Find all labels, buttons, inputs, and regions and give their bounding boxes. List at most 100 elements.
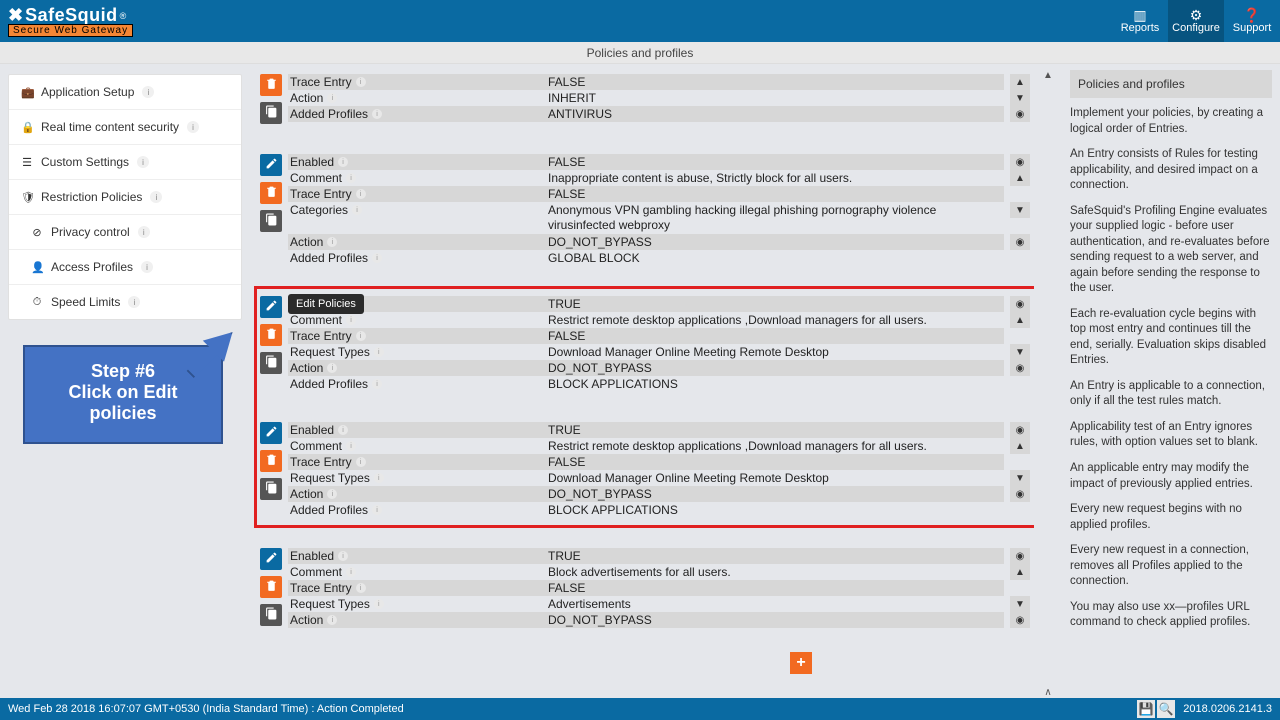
help-paragraph: An Entry is applicable to a connection, …	[1070, 379, 1272, 410]
sidebar-item-access-profiles[interactable]: 👤 Access Profiles i	[9, 250, 241, 285]
delete-entry-button[interactable]	[260, 450, 282, 472]
move-up-button[interactable]: ▲	[1010, 170, 1030, 186]
help-title: Policies and profiles	[1070, 70, 1272, 98]
row-label: Categories	[290, 203, 348, 217]
target-button[interactable]: ◉	[1010, 486, 1030, 502]
header-actions: ▥ Reports ⚙ Configure ❓ Support	[1112, 0, 1280, 42]
row-label: Enabled	[290, 155, 334, 169]
row-value: FALSE	[546, 581, 1004, 595]
move-up-button[interactable]: ▲	[1010, 312, 1030, 328]
target-button[interactable]: ◉	[1010, 296, 1030, 312]
row-value: FALSE	[546, 75, 1004, 89]
brand-registered: ®	[120, 11, 127, 21]
entry-row: Trace EntryiFALSE	[288, 186, 1004, 202]
copy-icon	[265, 213, 278, 229]
target-button[interactable]: ◉	[1010, 612, 1030, 628]
entry-row: ActioniDO_NOT_BYPASS	[288, 612, 1004, 628]
scroll-affordance[interactable]: ▲ ∧	[1034, 64, 1062, 698]
row-label: Action	[290, 613, 323, 627]
info-icon: i	[346, 315, 356, 325]
entry-row: Trace EntryiFALSE	[288, 328, 1004, 344]
move-down-button[interactable]: ▼	[1010, 596, 1030, 612]
sidebar-item-label: Speed Limits	[51, 295, 120, 309]
move-down-button[interactable]: ▼	[1010, 344, 1030, 360]
row-label: Action	[290, 235, 323, 249]
row-label: Enabled	[290, 423, 334, 437]
entry-row: CommentiRestrict remote desktop applicat…	[288, 312, 1004, 328]
save-icon[interactable]: 💾	[1137, 700, 1155, 718]
clone-entry-button[interactable]	[260, 352, 282, 374]
move-up-button[interactable]: ▲	[1010, 438, 1030, 454]
help-paragraph: SafeSquid's Profiling Engine evaluates y…	[1070, 204, 1272, 297]
caret-up-icon: ∧	[1044, 687, 1051, 698]
target-button[interactable]: ◉	[1010, 360, 1030, 376]
row-value: Restrict remote desktop applications ,Do…	[546, 439, 1004, 453]
help-paragraph: Applicability test of an Entry ignores r…	[1070, 420, 1272, 451]
clone-entry-button[interactable]	[260, 604, 282, 626]
row-value: Download Manager Online Meeting Remote D…	[546, 471, 1004, 485]
delete-entry-button[interactable]	[260, 182, 282, 204]
entry-row: Added ProfilesiANTIVIRUS	[288, 106, 1004, 122]
clone-entry-button[interactable]	[260, 210, 282, 232]
support-button[interactable]: ❓ Support	[1224, 0, 1280, 42]
help-paragraph: Each re-evaluation cycle begins with top…	[1070, 307, 1272, 369]
delete-entry-button[interactable]	[260, 324, 282, 346]
info-icon: i	[356, 583, 366, 593]
entry-row: Trace EntryiFALSE	[288, 580, 1004, 596]
target-button[interactable]: ◉	[1010, 234, 1030, 250]
edit-entry-button[interactable]	[260, 548, 282, 570]
entry-row: EnablediTRUE	[288, 422, 1004, 438]
info-icon: i	[374, 347, 384, 357]
add-entry-button[interactable]: +	[790, 652, 812, 674]
help-paragraph: Every new request in a connection, remov…	[1070, 543, 1272, 590]
target-button[interactable]: ◉	[1010, 548, 1030, 564]
move-down-button[interactable]: ▼	[1010, 90, 1030, 106]
move-down-button[interactable]: ▼	[1010, 470, 1030, 486]
info-icon: i	[374, 599, 384, 609]
sidebar-item-restriction-policies[interactable]: 🛡 Restriction Policies i	[9, 180, 241, 215]
clone-entry-button[interactable]	[260, 478, 282, 500]
row-value: Anonymous VPN gambling hacking illegal p…	[546, 203, 966, 233]
info-icon: i	[356, 189, 366, 199]
row-label: Action	[290, 487, 323, 501]
target-button[interactable]: ◉	[1010, 154, 1030, 170]
sidebar-item-speed-limits[interactable]: ⏱ Speed Limits i	[9, 285, 241, 319]
row-label: Enabled	[290, 549, 334, 563]
brand: ✖ SafeSquid ® Secure Web Gateway	[8, 5, 133, 37]
row-value: Inappropriate content is abuse, Strictly…	[546, 171, 1004, 185]
row-label: Request Types	[290, 597, 370, 611]
configure-icon: ⚙	[1190, 8, 1203, 22]
sliders-icon: ☰	[21, 156, 33, 169]
clone-entry-button[interactable]	[260, 102, 282, 124]
delete-entry-button[interactable]	[260, 576, 282, 598]
edit-entry-button[interactable]	[260, 296, 282, 318]
sidebar: 💼 Application Setup i 🔒 Real time conten…	[0, 64, 250, 698]
reports-button[interactable]: ▥ Reports	[1112, 0, 1168, 42]
info-icon: i	[150, 191, 162, 203]
info-icon: i	[138, 226, 150, 238]
row-label: Added Profiles	[290, 503, 368, 517]
row-label: Comment	[290, 313, 342, 327]
row-value: FALSE	[546, 329, 1004, 343]
target-button[interactable]: ◉	[1010, 106, 1030, 122]
entry-row: ActioniDO_NOT_BYPASS	[288, 486, 1004, 502]
info-icon: i	[338, 551, 348, 561]
edit-entry-button[interactable]	[260, 422, 282, 444]
move-up-button[interactable]: ▲	[1010, 564, 1030, 580]
edit-icon	[265, 157, 278, 173]
sidebar-item-custom-settings[interactable]: ☰ Custom Settings i	[9, 145, 241, 180]
target-button[interactable]: ◉	[1010, 422, 1030, 438]
edit-entry-button[interactable]	[260, 154, 282, 176]
sidebar-item-realtime-content-security[interactable]: 🔒 Real time content security i	[9, 110, 241, 145]
row-value: Advertisements	[546, 597, 1004, 611]
row-label: Added Profiles	[290, 251, 368, 265]
search-icon[interactable]: 🔍	[1157, 700, 1175, 718]
policies-panel: Trace EntryiFALSEActioniINHERITAdded Pro…	[250, 64, 1034, 698]
row-value: GLOBAL BLOCK	[546, 251, 1004, 265]
configure-button[interactable]: ⚙ Configure	[1168, 0, 1224, 42]
sidebar-item-privacy-control[interactable]: ⊘ Privacy control i	[9, 215, 241, 250]
move-up-button[interactable]: ▲	[1010, 74, 1030, 90]
delete-entry-button[interactable]	[260, 74, 282, 96]
move-down-button[interactable]: ▼	[1010, 202, 1030, 218]
sidebar-item-application-setup[interactable]: 💼 Application Setup i	[9, 75, 241, 110]
